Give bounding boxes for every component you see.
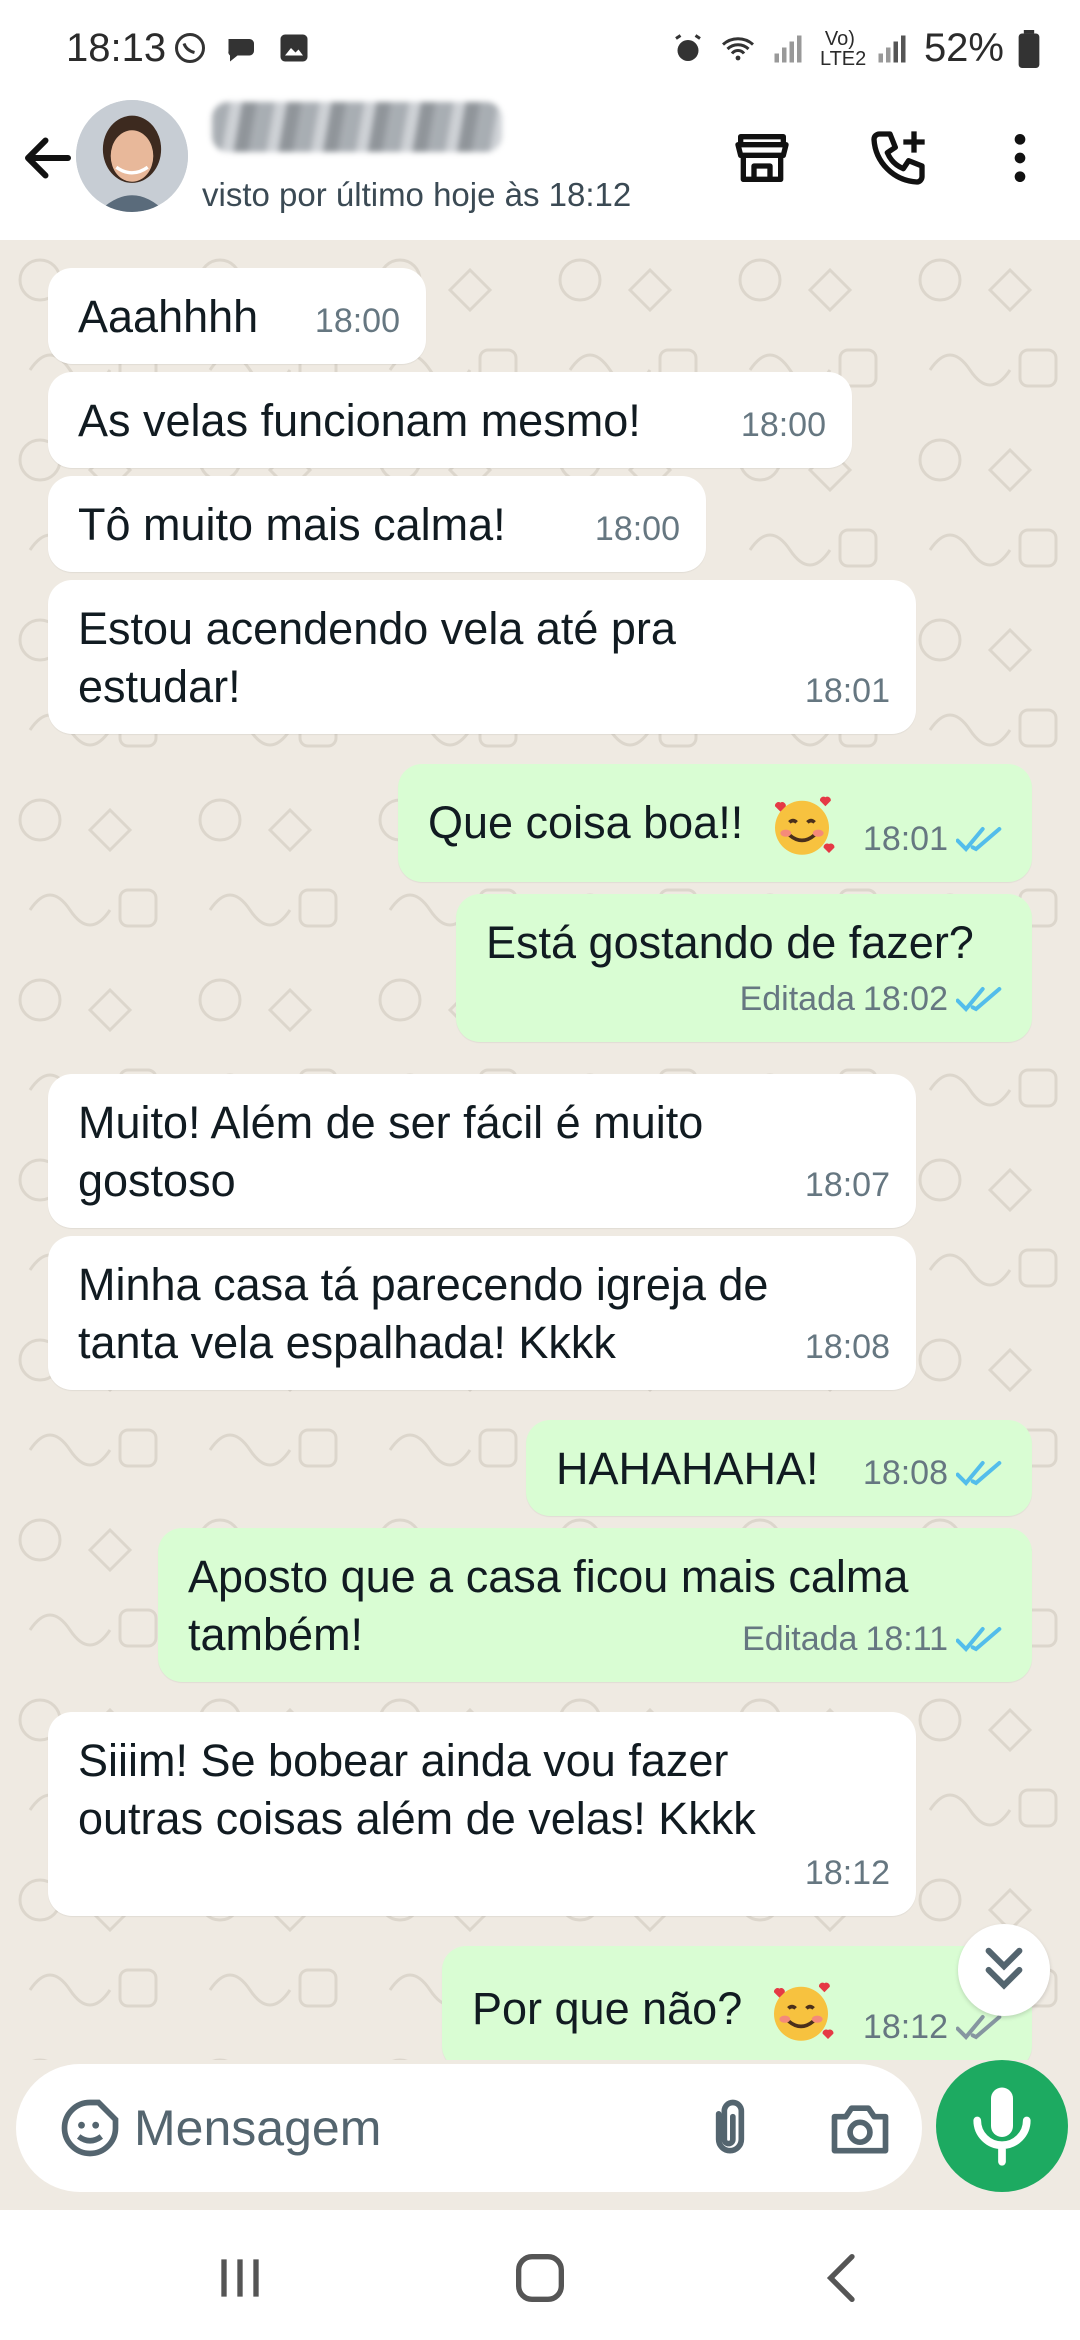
message-bubble-outgoing[interactable]: Está gostando de fazer? Editada 18:02 xyxy=(456,894,1032,1042)
read-ticks-icon xyxy=(956,1627,1002,1652)
message-time: 18:12 xyxy=(804,1854,890,1892)
message-bubble-outgoing[interactable]: HAHAHAHA! 18:08 xyxy=(526,1420,1032,1516)
message-bubble-incoming[interactable]: Muito! Além de ser fácil é muito gostoso… xyxy=(48,1074,916,1228)
gallery-notification-icon xyxy=(280,34,308,62)
read-ticks-icon xyxy=(956,827,1002,852)
system-navigation-bar xyxy=(0,2210,1080,2340)
notification-icons xyxy=(172,30,312,66)
double-chevron-down-icon xyxy=(985,1947,1023,1990)
back-nav-icon[interactable] xyxy=(812,2246,876,2310)
more-options-icon[interactable] xyxy=(988,126,1052,190)
message-meta: 18:12 xyxy=(805,1844,890,1902)
message-time: 18:01 xyxy=(804,672,890,710)
microphone-icon xyxy=(973,2087,1031,2166)
whatsapp-notification-icon xyxy=(175,33,205,63)
home-icon[interactable] xyxy=(508,2246,572,2310)
sticker-icon[interactable] xyxy=(56,2094,124,2162)
battery-icon xyxy=(1018,29,1040,68)
message-bubble-outgoing[interactable]: Aposto que a casa ficou mais calma també… xyxy=(158,1528,1032,1682)
chat-notification-icon xyxy=(228,39,254,62)
smiling-face-with-hearts-icon xyxy=(773,1982,834,2041)
message-meta: 18:00 xyxy=(595,500,680,558)
message-text-content: Por que não? xyxy=(472,1982,743,2034)
message-bubble-incoming[interactable]: As velas funcionam mesmo! 18:00 xyxy=(48,372,852,468)
message-meta: 18:01 xyxy=(805,662,890,720)
message-meta: 18:08 xyxy=(805,1318,890,1376)
message-time: 18:00 xyxy=(314,302,400,340)
read-ticks-icon xyxy=(956,1461,1002,1486)
message-bubble-incoming[interactable]: Siiim! Se bobear ainda vou fazer outras … xyxy=(48,1712,916,1916)
edited-label: Editada xyxy=(739,980,855,1018)
message-text-content: Que coisa boa!! xyxy=(428,796,744,848)
message-bubble-outgoing[interactable]: Por que não? 18:12 xyxy=(442,1946,1032,2070)
signal-icon xyxy=(774,35,802,62)
smiling-face-with-hearts-icon xyxy=(774,796,835,855)
chat-header: visto por último hoje às 18:12 xyxy=(0,96,1080,240)
paperclip-icon[interactable] xyxy=(696,2094,764,2162)
recent-apps-icon[interactable] xyxy=(208,2246,272,2310)
message-time: 18:11 xyxy=(865,1620,948,1658)
back-arrow-icon[interactable] xyxy=(18,128,78,188)
message-bubble-incoming[interactable]: Tô muito mais calma! 18:00 xyxy=(48,476,706,572)
edited-label: Editada xyxy=(742,1620,858,1658)
contact-name-redacted[interactable] xyxy=(212,102,502,152)
message-meta: Editada 18:02 xyxy=(740,970,1006,1028)
last-seen-status: visto por último hoje às 18:12 xyxy=(202,176,632,213)
message-input-container[interactable] xyxy=(16,2064,922,2192)
message-meta: Editada 18:11 xyxy=(742,1610,1006,1668)
system-indicators: Vo) LTE2 52% xyxy=(670,26,1040,71)
message-text: Tô muito mais calma! xyxy=(78,499,506,550)
message-bubble-incoming[interactable]: Aaahhhh 18:00 xyxy=(48,268,426,364)
camera-icon[interactable] xyxy=(826,2094,894,2162)
alarm-icon xyxy=(675,33,701,61)
message-time: 18:00 xyxy=(594,510,680,548)
avatar-portrait xyxy=(76,100,188,212)
message-text: As velas funcionam mesmo! xyxy=(78,395,641,446)
message-text: Minha casa tá parecendo igreja de tanta … xyxy=(78,1259,769,1368)
signal-icon-2 xyxy=(878,35,906,62)
message-time: 18:08 xyxy=(804,1328,890,1366)
status-bar: 18:13 Vo) LTE2 52% xyxy=(0,0,1080,96)
chat-area[interactable]: Aaahhhh 18:00 As velas funcionam mesmo! … xyxy=(0,240,1080,2070)
message-meta: 18:07 xyxy=(805,1156,890,1214)
add-call-icon[interactable] xyxy=(866,126,930,190)
status-time: 18:13 xyxy=(66,26,167,70)
message-time: 18:07 xyxy=(804,1166,890,1204)
delivered-ticks-icon xyxy=(956,2015,1002,2040)
message-time: 18:02 xyxy=(862,980,948,1018)
scroll-to-bottom-button[interactable] xyxy=(958,1924,1050,2016)
message-text: Muito! Além de ser fácil é muito gostoso xyxy=(78,1097,704,1206)
message-time: 18:00 xyxy=(740,406,826,444)
avatar[interactable] xyxy=(76,100,188,212)
voice-message-button[interactable] xyxy=(936,2060,1068,2192)
message-meta: 18:00 xyxy=(741,396,826,454)
message-bubble-outgoing[interactable]: Que coisa boa!! 18:01 xyxy=(398,764,1032,882)
network-label: Vo) LTE2 xyxy=(819,27,867,70)
message-bubble-incoming[interactable]: Estou acendendo vela até pra estudar! 18… xyxy=(48,580,916,734)
message-text: Siiim! Se bobear ainda vou fazer outras … xyxy=(78,1735,756,1844)
message-text: Estou acendendo vela até pra estudar! xyxy=(78,603,676,712)
message-time: 18:12 xyxy=(862,2008,948,2046)
message-composer xyxy=(0,2060,1080,2210)
message-meta: 18:08 xyxy=(863,1444,1006,1502)
message-time: 18:08 xyxy=(862,1454,948,1492)
read-ticks-icon xyxy=(956,987,1002,1012)
message-meta: 18:01 xyxy=(863,810,1006,868)
wifi-icon xyxy=(721,36,754,60)
battery-percent: 52% xyxy=(923,26,1004,70)
message-meta: 18:00 xyxy=(315,292,400,350)
message-input[interactable] xyxy=(134,2092,674,2164)
store-icon[interactable] xyxy=(730,126,794,190)
message-text: Está gostando de fazer? xyxy=(486,917,974,968)
message-time: 18:01 xyxy=(862,820,948,858)
message-bubble-incoming[interactable]: Minha casa tá parecendo igreja de tanta … xyxy=(48,1236,916,1390)
